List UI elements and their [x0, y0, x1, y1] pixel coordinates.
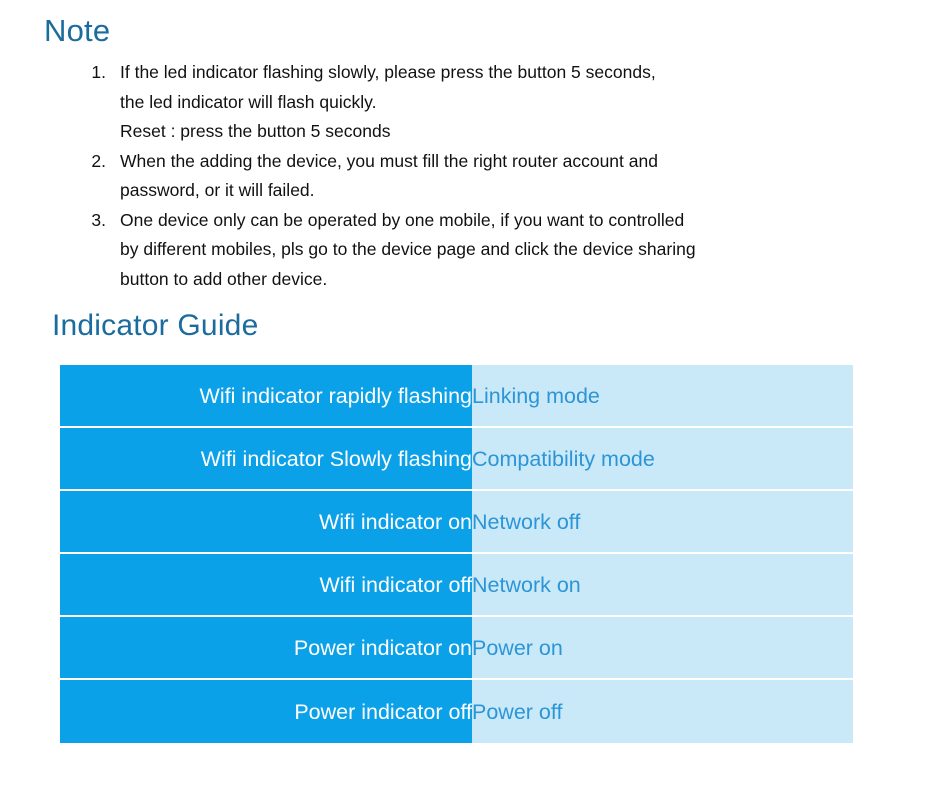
indicator-guide-row: Power indicator on Power on [60, 617, 853, 680]
note-item-number: 1. [91, 62, 106, 82]
note-list: 1. If the led indicator flashing slowly, … [70, 58, 870, 294]
indicator-meaning-cell: Linking mode [472, 365, 853, 428]
indicator-guide-table: Wifi indicator rapidly flashing Linking m… [60, 365, 853, 743]
indicator-state-cell: Wifi indicator rapidly flashing [60, 365, 472, 428]
indicator-guide-heading: Indicator Guide [52, 309, 259, 342]
indicator-meaning-cell: Power off [472, 680, 853, 743]
note-item-line: by different mobiles, pls go to the devi… [120, 239, 696, 259]
indicator-meaning-cell: Network off [472, 491, 853, 554]
indicator-state-cell: Power indicator on [60, 617, 472, 680]
indicator-state-cell: Wifi indicator off [60, 554, 472, 617]
note-item-number: 3. [91, 209, 106, 230]
indicator-guide-row: Wifi indicator Slowly flashing Compatibil… [60, 428, 853, 491]
note-list-item: 1. If the led indicator flashing slowly, … [70, 58, 870, 147]
indicator-guide-row: Wifi indicator rapidly flashing Linking m… [60, 365, 853, 428]
note-item-number: 2. [91, 150, 106, 171]
indicator-meaning-cell: Compatibility mode [472, 428, 853, 491]
note-item-line: Reset : press the button 5 seconds [120, 121, 391, 141]
note-list-item: 3. One device only can be operated by one… [70, 206, 870, 295]
note-item-line: One device only can be operated by one m… [120, 209, 685, 230]
indicator-guide-row: Power indicator off Power off [60, 680, 853, 743]
note-item-line: button to add other device. [120, 268, 328, 289]
indicator-state-cell: Wifi indicator on [60, 491, 472, 554]
note-list-item: 2. When the adding the device, you must f… [70, 147, 870, 206]
note-item-line: password, or it will failed. [120, 180, 315, 200]
note-item-line: If the led indicator flashing slowly, pl… [120, 62, 656, 82]
note-heading: Note [44, 13, 111, 48]
indicator-state-cell: Wifi indicator Slowly flashing [60, 428, 472, 491]
indicator-guide-table-body: Wifi indicator rapidly flashing Linking m… [60, 365, 853, 743]
document-page: Note 1. If the led indicator flashing slo… [0, 0, 930, 808]
note-item-line: the led indicator will flash quickly. [120, 91, 377, 112]
indicator-meaning-cell: Power on [472, 617, 853, 680]
indicator-meaning-cell: Network on [472, 554, 853, 617]
indicator-state-cell: Power indicator off [60, 680, 472, 743]
indicator-guide-row: Wifi indicator off Network on [60, 554, 853, 617]
indicator-guide-row: Wifi indicator on Network off [60, 491, 853, 554]
note-item-line: When the adding the device, you must fil… [120, 150, 658, 171]
